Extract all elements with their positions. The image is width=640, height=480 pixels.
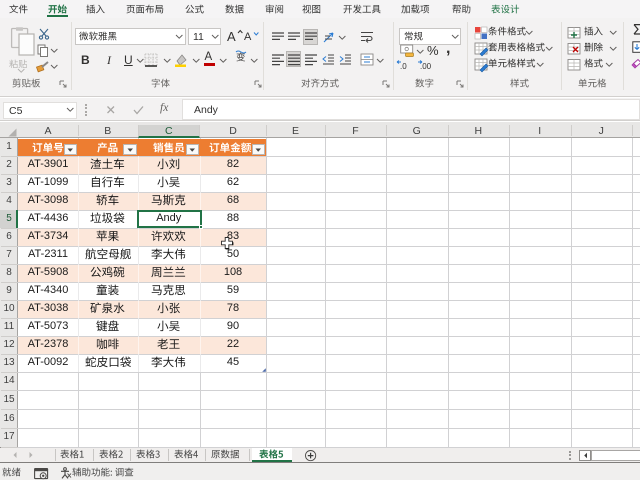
svg-text:.00: .00 xyxy=(420,62,432,71)
svg-text:.0: .0 xyxy=(400,62,407,71)
